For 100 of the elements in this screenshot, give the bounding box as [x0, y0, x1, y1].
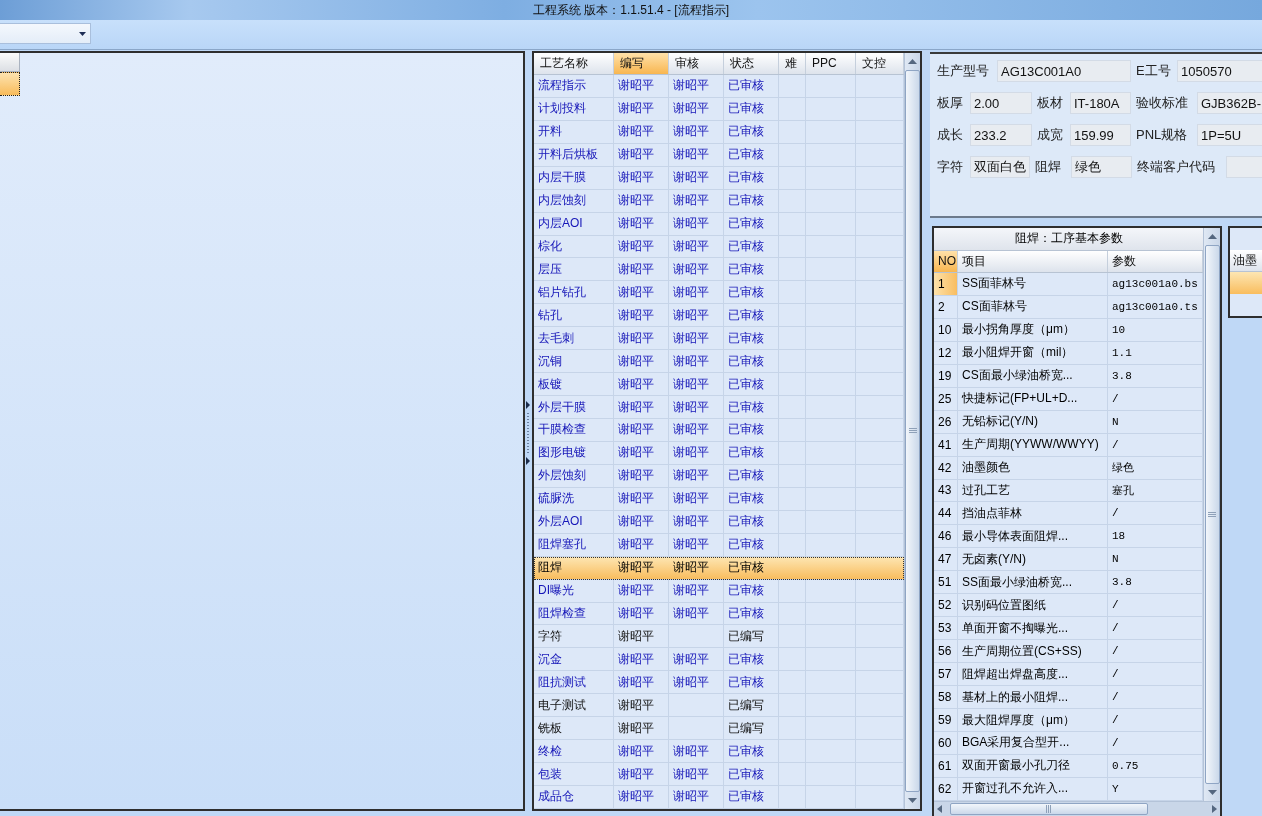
table-row[interactable]: 60 BGA采用复合型开... /	[934, 732, 1203, 755]
table-row[interactable]: 内层干膜 谢昭平 谢昭平 已审核	[534, 166, 904, 190]
table-row[interactable]: 25 快捷标记(FP+UL+D... /	[934, 387, 1203, 411]
table-cell: 阻抗测试	[534, 671, 614, 694]
table-row[interactable]: 计划投料 谢昭平 谢昭平 已审核	[534, 97, 904, 121]
table-row[interactable]: 板镀 谢昭平 谢昭平 已审核	[534, 373, 904, 397]
table-row[interactable]: 阻焊 谢昭平 谢昭平 已审核	[534, 556, 904, 580]
table-row[interactable]: 19 CS面最小绿油桥宽... 3.8	[934, 364, 1203, 388]
table-row[interactable]: 52 识别码位置图纸 /	[934, 594, 1203, 618]
table-row[interactable]: 47 无卤素(Y/N) N	[934, 548, 1203, 572]
table-cell: 已审核	[724, 671, 779, 694]
table-row[interactable]: 10 最小拐角厚度（μm） 10	[934, 318, 1203, 342]
table-row[interactable]: 2 CS面菲林号 ag13c001a0.ts	[934, 295, 1203, 319]
table-row[interactable]: 44 挡油点菲林 /	[934, 502, 1203, 526]
table-cell: 沉金	[534, 648, 614, 671]
table-row[interactable]: 53 单面开窗不掏曝光... /	[934, 617, 1203, 641]
table-row[interactable]: DI曝光 谢昭平 谢昭平 已审核	[534, 579, 904, 603]
table-row[interactable]: 开料后烘板 谢昭平 谢昭平 已审核	[534, 143, 904, 167]
table-row[interactable]: 阻抗测试 谢昭平 谢昭平 已审核	[534, 671, 904, 695]
table-row[interactable]: 阻焊塞孔 谢昭平 谢昭平 已审核	[534, 533, 904, 557]
table-row[interactable]: 26 无铅标记(Y/N) N	[934, 410, 1203, 434]
column-header[interactable]: 油墨	[1230, 250, 1262, 271]
table-row[interactable]: 铝片钻孔 谢昭平 谢昭平 已审核	[534, 281, 904, 305]
grip-icon[interactable]	[1046, 805, 1052, 813]
table-cell: 10	[934, 318, 958, 341]
table-row[interactable]: 层压 谢昭平 谢昭平 已审核	[534, 258, 904, 282]
scrollbar[interactable]	[934, 801, 1220, 816]
table-row[interactable]: 外层AOI 谢昭平 谢昭平 已审核	[534, 510, 904, 534]
column-header[interactable]: 状态	[724, 53, 779, 74]
table-cell: 图形电镀	[534, 441, 614, 464]
column-header[interactable]: PPC	[806, 53, 856, 74]
input-field[interactable]: 159.99	[1070, 124, 1131, 146]
column-header[interactable]: 编写	[614, 53, 669, 74]
grip-icon[interactable]	[908, 428, 917, 434]
table-cell: 谢昭平	[614, 579, 669, 602]
column-header[interactable]: 文控	[856, 53, 904, 74]
column-header[interactable]: 项目	[958, 250, 1108, 272]
input-field[interactable]: 1050570	[1177, 60, 1262, 82]
table-row[interactable]: 43 过孔工艺 塞孔	[934, 479, 1203, 503]
input-field[interactable]: 双面白色	[970, 156, 1030, 178]
table-row[interactable]: 字符 谢昭平 已编写	[534, 625, 904, 649]
table-row[interactable]: 61 双面开窗最小孔刀径 0.75	[934, 754, 1203, 778]
table-cell: 谢昭平	[614, 350, 669, 373]
table-row[interactable]: 59 最大阻焊厚度（μm） /	[934, 709, 1203, 732]
table-row[interactable]: 成品仓 谢昭平 谢昭平 已审核	[534, 786, 904, 809]
table-row[interactable]: 内层AOI 谢昭平 谢昭平 已审核	[534, 212, 904, 236]
table-row[interactable]: 棕化 谢昭平 谢昭平 已审核	[534, 235, 904, 259]
table-row[interactable]: 干膜检查 谢昭平 谢昭平 已审核	[534, 419, 904, 442]
table-row[interactable]: 铣板 谢昭平 已编写	[534, 717, 904, 741]
table-row[interactable]: 开料 谢昭平 谢昭平 已审核	[534, 120, 904, 144]
input-field[interactable]: AG13C001A0	[997, 60, 1131, 82]
table-row[interactable]: 去毛刺 谢昭平 谢昭平 已审核	[534, 327, 904, 351]
table-row[interactable]: 终检 谢昭平 谢昭平 已审核	[534, 740, 904, 764]
table-row[interactable]: 内层蚀刻 谢昭平 谢昭平 已审核	[534, 189, 904, 213]
input-field[interactable]: IT-180A	[1070, 92, 1131, 114]
table-cell: 谢昭平	[614, 602, 669, 625]
table-row[interactable]: 42 油墨颜色 绿色	[934, 456, 1203, 480]
input-field[interactable]: 233.2	[970, 124, 1032, 146]
table-cell: 谢昭平	[614, 441, 669, 464]
table-cell: 板镀	[534, 373, 614, 396]
input-field[interactable]: 2.00	[970, 92, 1032, 114]
table-row[interactable]: 沉金 谢昭平 谢昭平 已审核	[534, 648, 904, 672]
column-header[interactable]: 参数	[1108, 250, 1203, 272]
table-cell: 阻焊塞孔	[534, 533, 614, 556]
table-row[interactable]: 图形电镀 谢昭平 谢昭平 已审核	[534, 441, 904, 465]
table-row[interactable]: 57 阻焊超出焊盘高度... /	[934, 663, 1203, 687]
table-cell: 谢昭平	[614, 786, 669, 808]
table-cell: 已审核	[724, 786, 779, 808]
table-row[interactable]: 41 生产周期(YYWW/WWYY) /	[934, 433, 1203, 457]
grip-icon[interactable]	[1208, 511, 1216, 518]
table-row[interactable]: 流程指示 谢昭平 谢昭平 已审核	[534, 74, 904, 98]
table-row[interactable]: 外层干膜 谢昭平 谢昭平 已审核	[534, 396, 904, 419]
scrollbar-thumb[interactable]	[950, 803, 1148, 815]
table-row[interactable]: 51 SS面最小绿油桥宽... 3.8	[934, 571, 1203, 595]
table-row[interactable]	[0, 72, 20, 96]
table-row[interactable]: 46 最小导体表面阻焊... 18	[934, 525, 1203, 549]
input-field[interactable]: GJB362B-	[1197, 92, 1262, 114]
table-row[interactable]: 包装 谢昭平 谢昭平 已审核	[534, 763, 904, 786]
splitter-handle[interactable]	[526, 401, 531, 465]
column-header[interactable]: 审核	[669, 53, 724, 74]
table-row[interactable]: 电子测试 谢昭平 已编写	[534, 694, 904, 718]
table-row[interactable]: 钻孔 谢昭平 谢昭平 已审核	[534, 304, 904, 328]
table-row[interactable]: 58 基材上的最小阻焊... /	[934, 686, 1203, 710]
column-header[interactable]: 工艺名称	[534, 53, 614, 74]
input-field[interactable]: 1P=5U	[1197, 124, 1262, 146]
column-header[interactable]: 难	[779, 53, 806, 74]
table-cell: 谢昭平	[669, 671, 724, 694]
table-row[interactable]: 沉铜 谢昭平 谢昭平 已审核	[534, 350, 904, 374]
table-row[interactable]: 62 开窗过孔不允许入... Y	[934, 777, 1203, 801]
table-cell: 谢昭平	[669, 212, 724, 235]
caret-icon[interactable]	[79, 31, 86, 36]
table-row[interactable]: 阻焊检查 谢昭平 谢昭平 已审核	[534, 602, 904, 626]
input-field[interactable]: 绿色	[1071, 156, 1132, 178]
table-row[interactable]: 12 最小阻焊开窗（mil） 1.1	[934, 341, 1203, 365]
table-row[interactable]: 1 SS面菲林号 ag13c001a0.bs	[934, 272, 1203, 296]
table-row[interactable]: 56 生产周期位置(CS+SS) /	[934, 640, 1203, 664]
table-row[interactable]: 硫脲洗 谢昭平 谢昭平 已审核	[534, 487, 904, 511]
table-row[interactable]: 外层蚀刻 谢昭平 谢昭平 已审核	[534, 464, 904, 488]
column-header[interactable]: NO	[934, 250, 958, 272]
table-cell: 谢昭平	[614, 625, 669, 648]
